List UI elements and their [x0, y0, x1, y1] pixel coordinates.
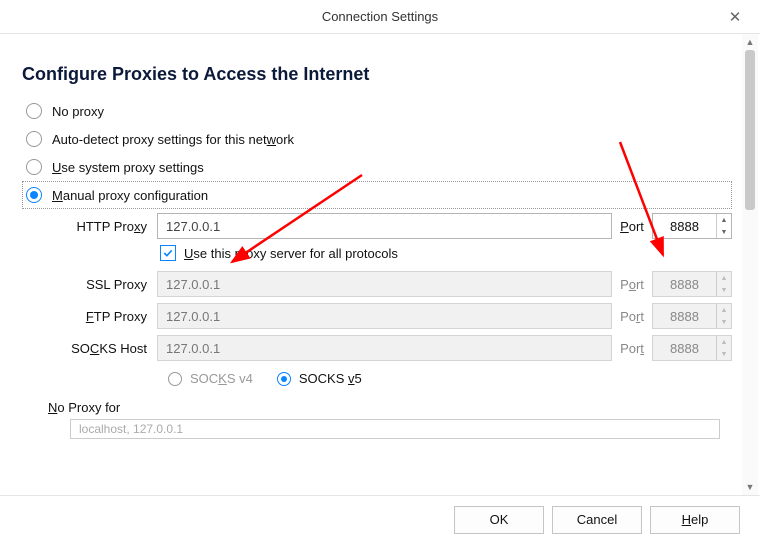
use-for-all-label: Use this proxy server for all protocols — [184, 246, 398, 261]
ssl-port-label: Port — [612, 277, 652, 292]
ssl-proxy-row: SSL Proxy Port 8888 ▲▼ — [52, 271, 732, 297]
radio-icon — [168, 372, 182, 386]
dialog-footer: OK Cancel Help — [0, 495, 760, 543]
spinner-icon: ▲▼ — [716, 304, 731, 328]
radio-label: Use system proxy settings — [52, 160, 204, 175]
ftp-port-input: 8888 ▲▼ — [652, 303, 732, 329]
http-proxy-input[interactable] — [157, 213, 612, 239]
radio-icon — [26, 103, 42, 119]
use-for-all-row[interactable]: Use this proxy server for all protocols — [160, 245, 732, 261]
http-port-label: Port — [612, 219, 652, 234]
spinner-icon[interactable]: ▲▼ — [716, 214, 731, 238]
dialog-header: Connection Settings ✕ — [0, 0, 760, 34]
scroll-thumb[interactable] — [745, 50, 755, 210]
radio-icon-checked — [277, 372, 291, 386]
socks-port-label: Port — [612, 341, 652, 356]
ftp-proxy-label: FTP Proxy — [52, 309, 157, 324]
ssl-proxy-input — [157, 271, 612, 297]
http-port-input[interactable]: 8888 ▲▼ — [652, 213, 732, 239]
radio-label: SOCKS v5 — [299, 371, 362, 386]
ssl-port-input: 8888 ▲▼ — [652, 271, 732, 297]
no-proxy-for-label: No Proxy for — [48, 400, 732, 415]
socks-host-input — [157, 335, 612, 361]
cancel-button[interactable]: Cancel — [552, 506, 642, 534]
socks-port-input: 8888 ▲▼ — [652, 335, 732, 361]
ftp-proxy-row: FTP Proxy Port 8888 ▲▼ — [52, 303, 732, 329]
radio-label: Auto-detect proxy settings for this netw… — [52, 132, 294, 147]
ftp-proxy-input — [157, 303, 612, 329]
http-proxy-label: HTTP Proxy — [52, 219, 157, 234]
vertical-scrollbar[interactable]: ▲ ▼ — [742, 34, 758, 495]
radio-label: Manual proxy configuration — [52, 188, 208, 203]
ssl-proxy-label: SSL Proxy — [52, 277, 157, 292]
radio-label: No proxy — [52, 104, 104, 119]
socks-version-row: SOCKS v4 SOCKS v5 — [168, 367, 732, 390]
radio-socks-v5[interactable]: SOCKS v5 — [277, 371, 362, 386]
radio-icon — [26, 131, 42, 147]
radio-label: SOCKS v4 — [190, 371, 253, 386]
dialog-title: Connection Settings — [322, 9, 438, 24]
radio-socks-v4[interactable]: SOCKS v4 — [168, 371, 253, 386]
close-icon: ✕ — [729, 8, 742, 26]
section-title: Configure Proxies to Access the Internet — [22, 64, 732, 85]
socks-host-label: SOCKS Host — [52, 341, 157, 356]
http-proxy-row: HTTP Proxy Port 8888 ▲▼ — [52, 213, 732, 239]
radio-manual-proxy[interactable]: Manual proxy configuration — [22, 181, 732, 209]
radio-auto-detect[interactable]: Auto-detect proxy settings for this netw… — [22, 125, 732, 153]
ftp-port-label: Port — [612, 309, 652, 324]
dialog-body: Configure Proxies to Access the Internet… — [0, 34, 760, 495]
radio-icon-checked — [26, 187, 42, 203]
radio-use-system[interactable]: Use system proxy settings — [22, 153, 732, 181]
radio-no-proxy[interactable]: No proxy — [22, 97, 732, 125]
spinner-icon: ▲▼ — [716, 336, 731, 360]
ok-button[interactable]: OK — [454, 506, 544, 534]
radio-icon — [26, 159, 42, 175]
close-button[interactable]: ✕ — [720, 0, 750, 34]
no-proxy-for-input[interactable]: localhost, 127.0.0.1 — [70, 419, 720, 439]
scroll-down-icon[interactable]: ▼ — [742, 479, 758, 495]
scroll-up-icon[interactable]: ▲ — [742, 34, 758, 50]
proxy-settings-block: HTTP Proxy Port 8888 ▲▼ Use this proxy s… — [52, 213, 732, 390]
spinner-icon: ▲▼ — [716, 272, 731, 296]
socks-host-row: SOCKS Host Port 8888 ▲▼ — [52, 335, 732, 361]
help-button[interactable]: Help — [650, 506, 740, 534]
checkbox-checked-icon — [160, 245, 176, 261]
